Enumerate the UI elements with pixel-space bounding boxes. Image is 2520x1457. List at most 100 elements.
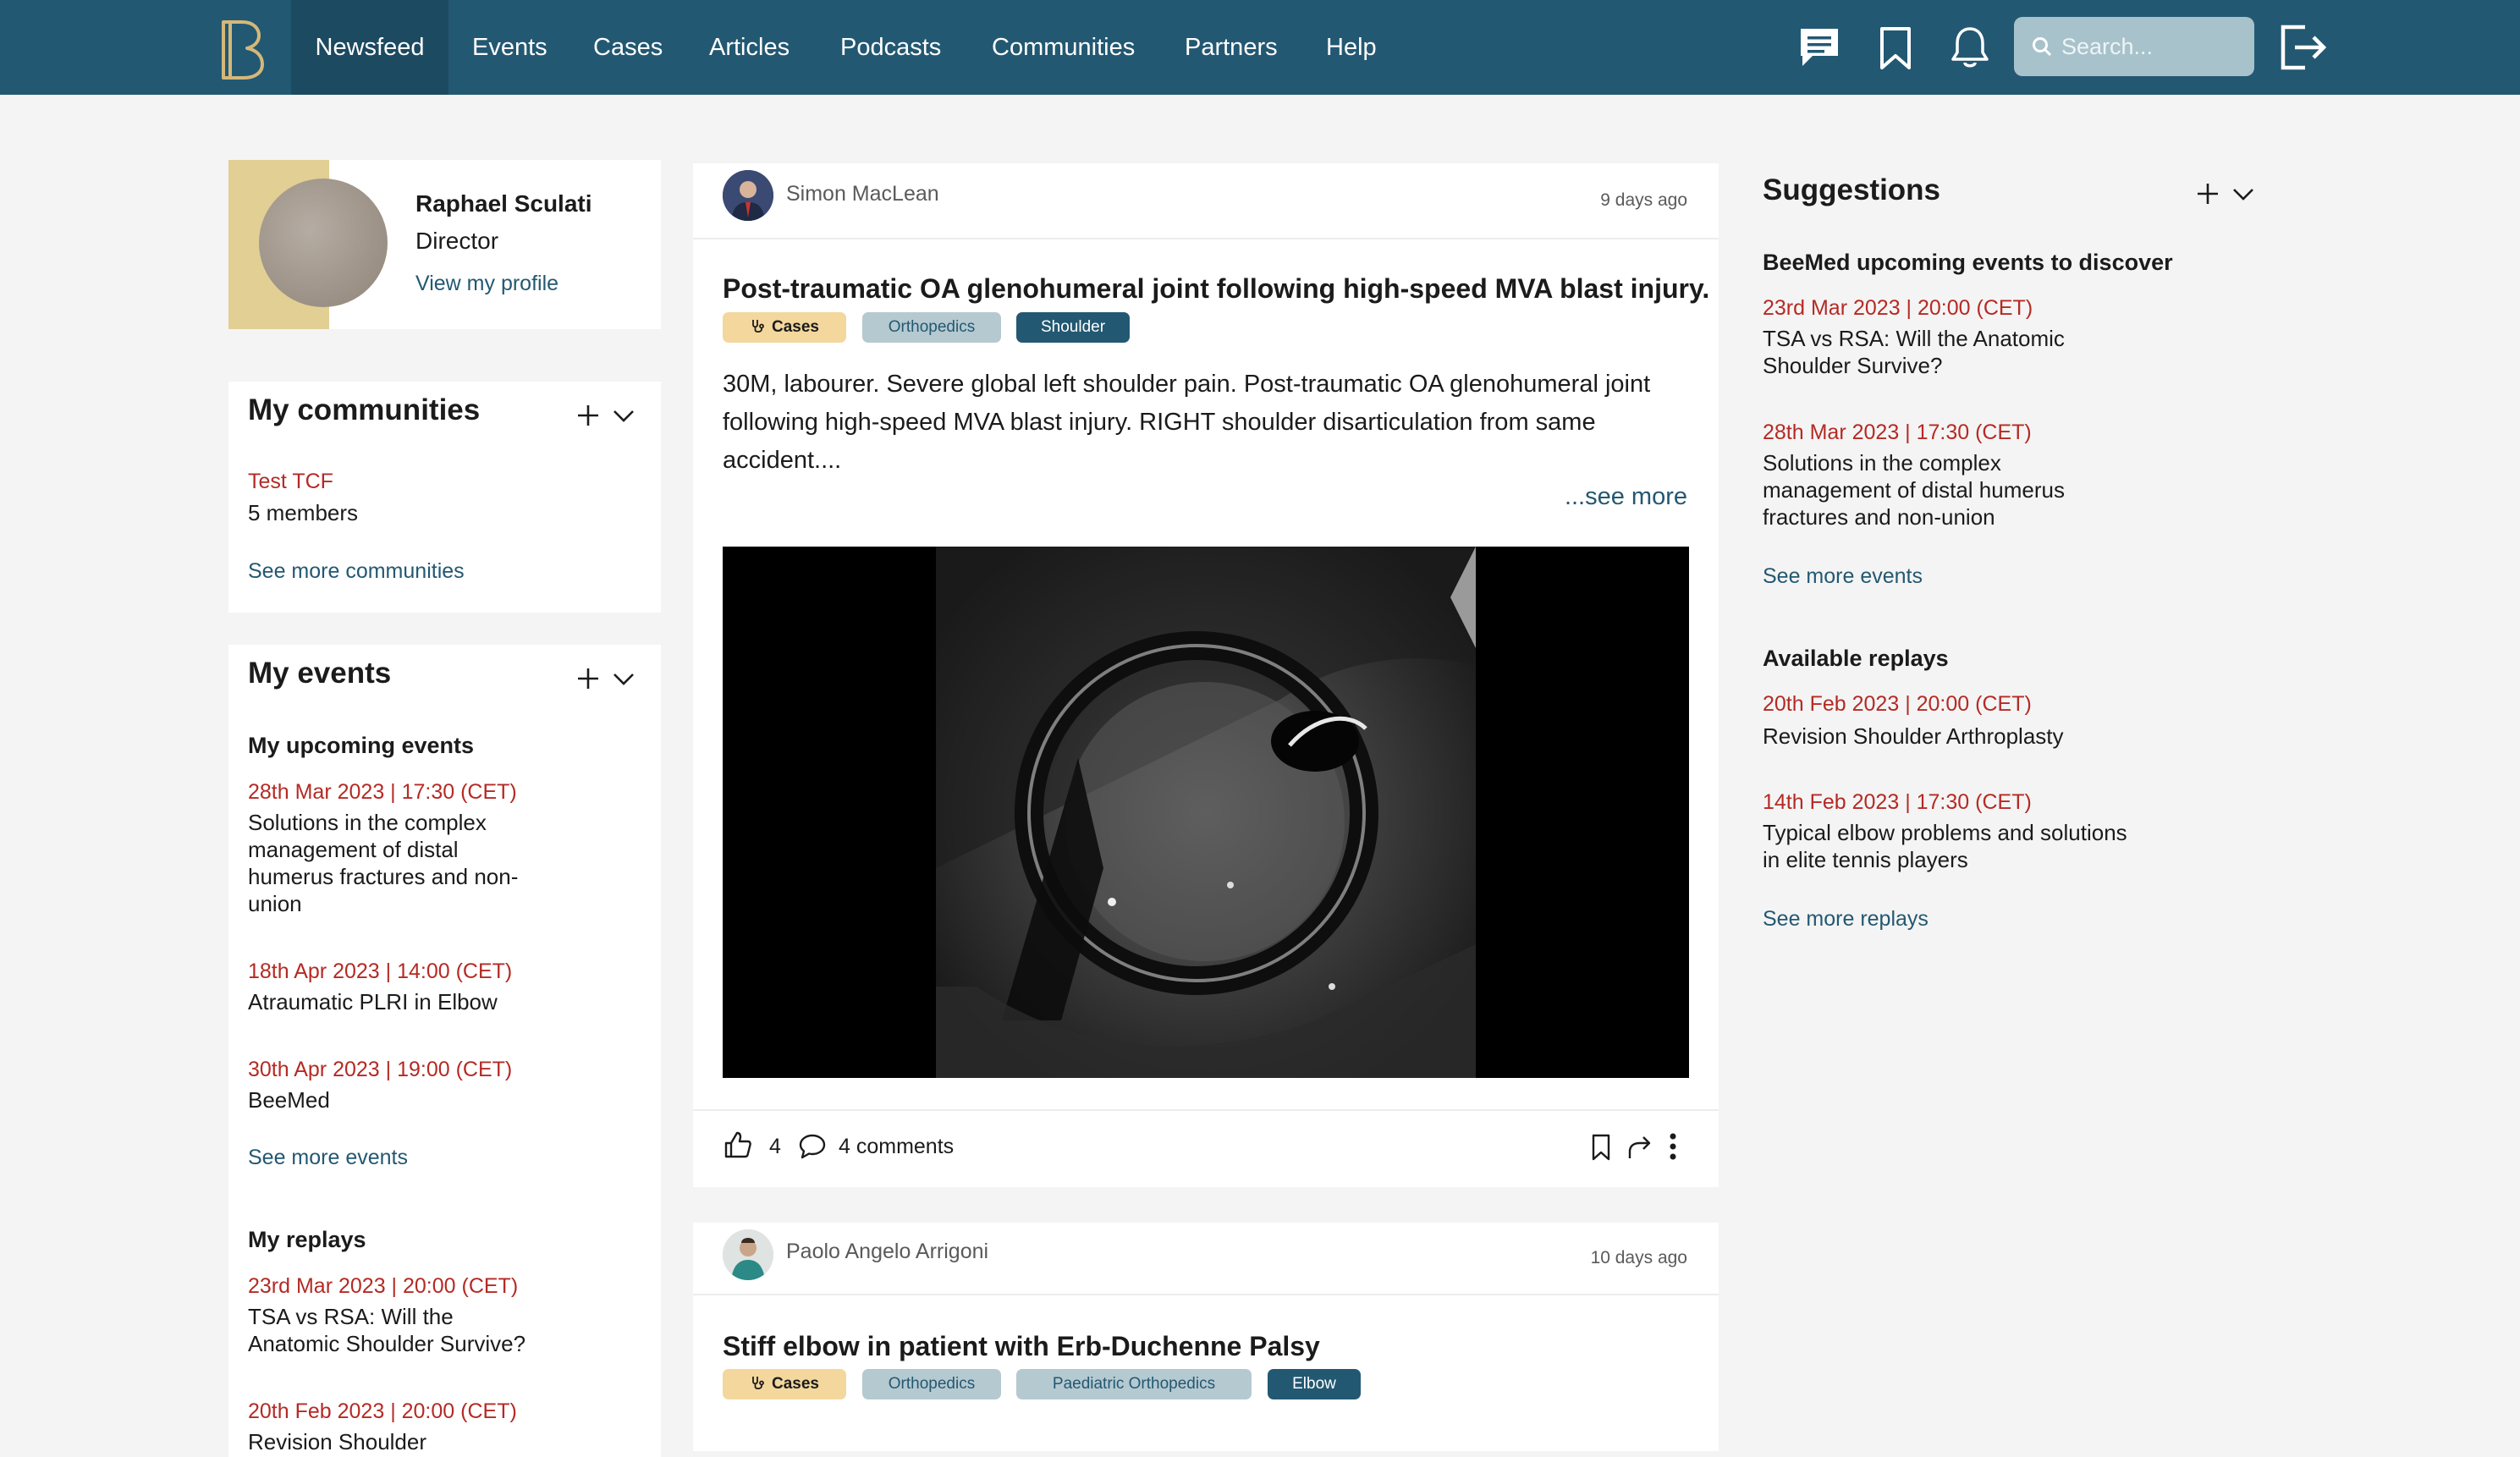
author-avatar[interactable]: [723, 1229, 773, 1280]
tag-label: Cases: [772, 318, 819, 336]
see-more-communities-link[interactable]: See more communities: [248, 559, 465, 584]
nav-item-articles[interactable]: Articles: [709, 0, 790, 95]
top-navbar: Newsfeed Events Cases Articles Podcasts …: [0, 0, 2520, 95]
post-image-mri[interactable]: [723, 547, 1689, 1078]
tag-orthopedics[interactable]: Orthopedics: [862, 1369, 1001, 1399]
add-event-icon[interactable]: [575, 666, 601, 691]
search-icon: [2033, 37, 2052, 57]
suggestions-title: Suggestions: [1763, 173, 1941, 206]
communities-card: My communities Test TCF 5 members See mo…: [228, 382, 661, 613]
comment-icon[interactable]: [798, 1133, 827, 1160]
tag-label: Cases: [772, 1375, 819, 1393]
profile-role: Director: [415, 228, 499, 254]
suggested-event-date: 23rd Mar 2023 | 20:00 (CET): [1763, 296, 2033, 320]
add-community-icon[interactable]: [575, 403, 601, 428]
tag-cases[interactable]: Cases: [723, 312, 846, 343]
event-title-line: Shoulder Survive?: [1763, 353, 1943, 378]
replay-title[interactable]: Typical elbow problems and solutions in …: [1763, 819, 2127, 873]
replay-title-line: in elite tennis players: [1763, 847, 1968, 872]
tag-elbow[interactable]: Elbow: [1268, 1369, 1361, 1399]
more-options-icon[interactable]: [1666, 1131, 1680, 1162]
chevron-down-icon[interactable]: [611, 666, 636, 691]
author-avatar[interactable]: [723, 170, 773, 221]
profile-card: Raphael Sculati Director View my profile: [228, 160, 661, 329]
divider: [693, 1109, 1719, 1111]
event-title-line: Solutions in the complex: [248, 810, 487, 835]
divider: [693, 1294, 1719, 1295]
post-card: Paolo Angelo Arrigoni 10 days ago Stiff …: [693, 1223, 1719, 1451]
see-more-events-link[interactable]: See more events: [248, 1146, 408, 1170]
nav-item-podcasts[interactable]: Podcasts: [840, 0, 941, 95]
logout-icon[interactable]: [2276, 20, 2330, 74]
nav-item-cases[interactable]: Cases: [593, 0, 663, 95]
community-name[interactable]: Test TCF: [248, 470, 333, 494]
post-card: Simon MacLean 9 days ago Post-traumatic …: [693, 163, 1719, 1187]
nav-item-communities[interactable]: Communities: [992, 0, 1135, 95]
replay-title[interactable]: TSA vs RSA: Will the Anatomic Shoulder S…: [248, 1303, 525, 1357]
bookmark-icon[interactable]: [1588, 1133, 1614, 1162]
replay-title[interactable]: Revision Shoulder Arthroplasty: [1763, 723, 2064, 750]
event-title-line: Solutions in the complex: [1763, 450, 2001, 476]
tag-paediatric-orthopedics[interactable]: Paediatric Orthopedics: [1016, 1369, 1252, 1399]
comments-link[interactable]: 4 comments: [839, 1135, 954, 1159]
communities-title: My communities: [248, 393, 481, 426]
nav-item-help[interactable]: Help: [1326, 0, 1377, 95]
replay-date: 23rd Mar 2023 | 20:00 (CET): [248, 1274, 519, 1298]
share-icon[interactable]: [1626, 1133, 1654, 1162]
community-members: 5 members: [248, 500, 359, 525]
post-title[interactable]: Post-traumatic OA glenohumeral joint fol…: [723, 273, 1709, 305]
post-time: 9 days ago: [1600, 190, 1687, 210]
my-replays-heading: My replays: [248, 1227, 366, 1252]
event-title[interactable]: BeeMed: [248, 1086, 330, 1113]
bell-icon[interactable]: [1946, 24, 1994, 71]
like-icon[interactable]: [723, 1130, 753, 1160]
tag-cases[interactable]: Cases: [723, 1369, 846, 1399]
profile-avatar[interactable]: [259, 179, 388, 307]
see-more-events-link[interactable]: See more events: [1763, 564, 1923, 589]
chevron-down-icon[interactable]: [2231, 181, 2256, 206]
view-profile-link[interactable]: View my profile: [415, 272, 558, 296]
event-title[interactable]: Atraumatic PLRI in Elbow: [248, 988, 498, 1015]
author-photo: [723, 170, 773, 221]
tag-shoulder[interactable]: Shoulder: [1016, 312, 1130, 343]
search-input[interactable]: [2061, 17, 2248, 76]
post-body-line: following high-speed MVA blast injury. R…: [723, 409, 1596, 436]
replay-title-line: Typical elbow problems and solutions: [1763, 820, 2127, 845]
chevron-down-icon[interactable]: [611, 403, 636, 428]
author-name[interactable]: Simon MacLean: [786, 182, 939, 206]
replay-date: 20th Feb 2023 | 20:00 (CET): [1763, 692, 2032, 716]
like-count: 4: [769, 1135, 781, 1158]
search-box[interactable]: [2014, 17, 2254, 76]
profile-name: Raphael Sculati: [415, 190, 592, 217]
chat-icon[interactable]: [1796, 24, 1843, 71]
event-date: 28th Mar 2023 | 17:30 (CET): [248, 780, 517, 804]
stethoscope-icon: [752, 1377, 764, 1390]
event-title-line: management of distal: [248, 837, 459, 862]
suggested-event-title[interactable]: Solutions in the complex management of d…: [1763, 449, 2065, 531]
post-title[interactable]: Stiff elbow in patient with Erb-Duchenne…: [723, 1331, 1320, 1362]
event-title-line: management of distal humerus: [1763, 477, 2065, 503]
post-time: 10 days ago: [1590, 1248, 1687, 1267]
event-title-line: fractures and non-union: [1763, 504, 1995, 530]
add-suggestion-icon[interactable]: [2195, 181, 2220, 206]
nav-item-newsfeed[interactable]: Newsfeed: [291, 0, 448, 95]
see-more-link[interactable]: ...see more: [1565, 483, 1687, 511]
replay-title[interactable]: Revision Shoulder: [248, 1428, 426, 1455]
event-date: 18th Apr 2023 | 14:00 (CET): [248, 959, 513, 983]
upcoming-events-heading: My upcoming events: [248, 733, 475, 758]
bookmark-icon[interactable]: [1872, 24, 1919, 71]
replay-date: 14th Feb 2023 | 17:30 (CET): [1763, 790, 2032, 814]
suggested-event-title[interactable]: TSA vs RSA: Will the Anatomic Shoulder S…: [1763, 325, 2065, 379]
suggested-events-heading: BeeMed upcoming events to discover: [1763, 250, 2173, 275]
author-name[interactable]: Paolo Angelo Arrigoni: [786, 1240, 988, 1264]
nav-item-events[interactable]: Events: [472, 0, 547, 95]
divider: [693, 238, 1719, 239]
event-date: 30th Apr 2023 | 19:00 (CET): [248, 1058, 513, 1081]
beemed-logo[interactable]: [217, 19, 267, 80]
event-title[interactable]: Solutions in the complex management of d…: [248, 809, 518, 917]
replay-title-line: Anatomic Shoulder Survive?: [248, 1331, 526, 1356]
my-events-card: My events My upcoming events 28th Mar 20…: [228, 645, 661, 1457]
tag-orthopedics[interactable]: Orthopedics: [862, 312, 1001, 343]
see-more-replays-link[interactable]: See more replays: [1763, 907, 1929, 932]
nav-item-partners[interactable]: Partners: [1185, 0, 1278, 95]
